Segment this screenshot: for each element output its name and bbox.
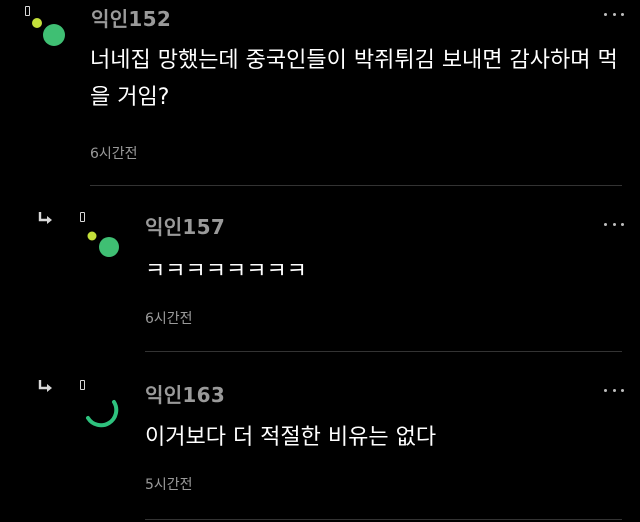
comment-timestamp: 6시간전 — [90, 146, 138, 162]
reply-timestamp: 5시간전 — [145, 477, 193, 493]
small-rect-icon — [80, 212, 85, 222]
reply-author[interactable]: 익인157 — [145, 211, 225, 240]
reply-item: 익인163 이거보다 더 적절한 비유는 없다 5시간전 — [0, 354, 640, 522]
more-options-icon[interactable] — [604, 387, 624, 393]
divider — [145, 519, 622, 520]
more-options-icon[interactable] — [604, 221, 624, 227]
reply-arrow-icon — [38, 380, 52, 392]
comment-author[interactable]: 익인152 — [91, 3, 171, 32]
reply-author[interactable]: 익인163 — [145, 379, 225, 408]
comment-item: 익인152 너네집 망했는데 중국인들이 박쥐튀김 보내면 감사하며 먹을 거임… — [0, 0, 640, 186]
reply-text: ㅋㅋㅋㅋㅋㅋㅋㅋ — [145, 259, 307, 284]
avatar-icon — [86, 400, 119, 428]
comment-text: 너네집 망했는데 중국인들이 박쥐튀김 보내면 감사하며 먹을 거임? — [90, 48, 618, 110]
reply-text: 이거보다 더 적절한 비유는 없다 — [145, 425, 437, 450]
avatar-icon — [32, 18, 65, 46]
divider — [145, 351, 622, 352]
reply-arrow-icon — [38, 212, 52, 224]
avatar-icon — [87, 231, 119, 257]
reply-item: 익인157 ㅋㅋㅋㅋㅋㅋㅋㅋ 6시간전 — [0, 186, 640, 354]
small-rect-icon — [80, 380, 85, 390]
small-rect-icon — [25, 6, 30, 16]
more-options-icon[interactable] — [604, 11, 624, 17]
reply-timestamp: 6시간전 — [145, 311, 193, 327]
